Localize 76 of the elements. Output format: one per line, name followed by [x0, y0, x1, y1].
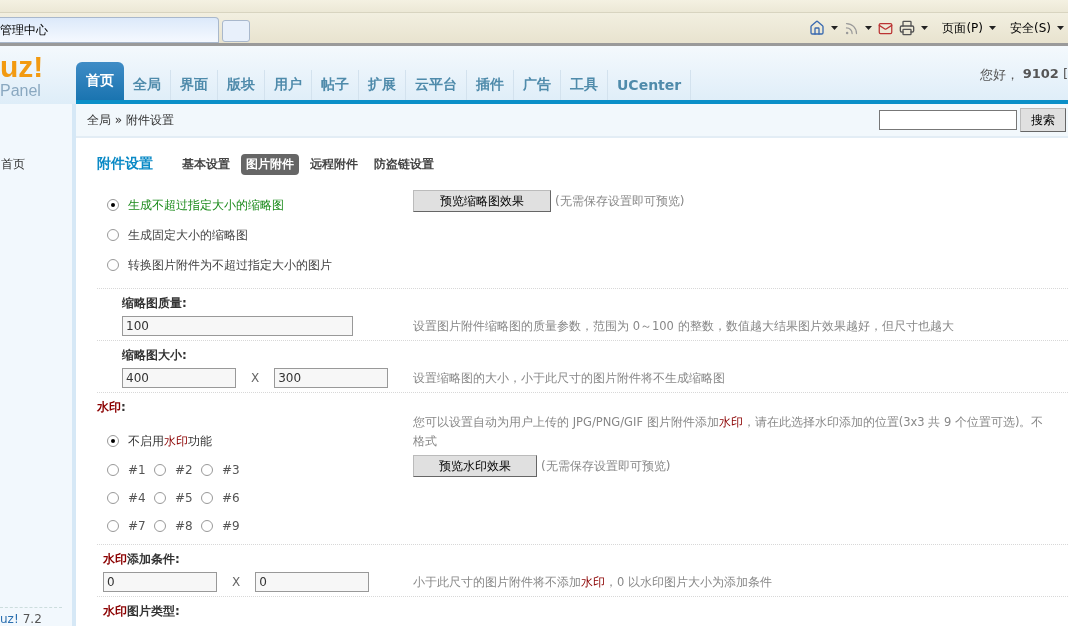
radio-button[interactable] — [154, 464, 166, 476]
position-option[interactable]: #4 — [107, 484, 154, 512]
position-option[interactable]: #5 — [154, 484, 201, 512]
position-option[interactable]: #8 — [154, 512, 201, 540]
input-field[interactable]: 0 — [255, 572, 370, 592]
position-option[interactable]: #2 — [154, 456, 201, 484]
radio-button[interactable] — [107, 492, 119, 504]
radio-option[interactable]: 生成不超过指定大小的缩略图 — [97, 190, 413, 220]
search-button[interactable]: 搜索 — [1020, 108, 1066, 132]
footer-version: 7.2 — [22, 612, 42, 626]
radio-button[interactable] — [107, 259, 119, 271]
section-label: 水印: — [97, 399, 127, 416]
radio-button[interactable] — [154, 520, 166, 532]
position-option[interactable]: #6 — [201, 484, 248, 512]
sub-tab[interactable]: 远程附件 — [305, 153, 363, 175]
position-option[interactable]: #7 — [107, 512, 154, 540]
footer-brand: uz! — [0, 612, 19, 626]
home-icon[interactable] — [809, 20, 826, 36]
preview-note: (无需保存设置即可预览) — [541, 457, 671, 475]
logo-subtitle: Panel — [0, 82, 42, 100]
input-field[interactable]: 400 — [122, 368, 236, 388]
caret-icon[interactable] — [865, 26, 873, 30]
sub-tab[interactable]: 图片附件 — [241, 153, 299, 175]
nav-tab[interactable]: 首页 — [76, 62, 124, 100]
times-separator: X — [250, 371, 261, 385]
radio-button[interactable] — [107, 199, 119, 211]
sub-tab[interactable]: 防盗链设置 — [369, 153, 439, 175]
field-description: 设置图片附件缩略图的质量参数，范围为 0～100 的整数，数值越大结果图片效果越好，但尺寸也越大 — [413, 318, 955, 335]
search-field[interactable] — [879, 110, 1017, 130]
caret-icon[interactable] — [921, 26, 929, 30]
rss-icon[interactable] — [844, 20, 860, 36]
printer-icon[interactable] — [899, 20, 916, 36]
position-option[interactable]: #9 — [201, 512, 248, 540]
greeting-text: 您好， — [979, 66, 1019, 84]
radio-button[interactable] — [201, 492, 213, 504]
position-option[interactable]: #1 — [107, 456, 154, 484]
preview-button[interactable]: 预览水印效果 — [413, 455, 537, 477]
field-label: 缩略图质量: — [122, 295, 188, 312]
field-description: 设置缩略图的大小，小于此尺寸的图片附件将不生成缩略图 — [413, 370, 726, 387]
page-title: 附件设置 — [97, 155, 153, 173]
preview-button[interactable]: 预览缩略图效果 — [413, 190, 551, 212]
browser-tab[interactable]: 管理中心 — [0, 17, 219, 43]
radio-button[interactable] — [107, 464, 119, 476]
toolbar-menu[interactable]: 页面(P) — [942, 19, 983, 37]
caret-icon[interactable] — [1057, 26, 1064, 30]
bracket-text: [ — [1062, 66, 1068, 83]
toolbar-menu[interactable]: 安全(S) — [1010, 19, 1051, 37]
radio-button[interactable] — [107, 229, 119, 241]
radio-button[interactable] — [154, 492, 166, 504]
input-field[interactable]: 0 — [103, 572, 217, 592]
sidebar-item[interactable]: 首页 — [1, 156, 72, 173]
radio-button[interactable] — [107, 520, 119, 532]
field-description: 小于此尺寸的图片附件将不添加水印，0 以水印图片大小为添加条件 — [413, 574, 773, 591]
breadcrumb: 全局 » 附件设置 — [87, 111, 174, 129]
field-label: 缩略图大小: — [122, 347, 188, 364]
input-field[interactable]: 100 — [122, 316, 353, 336]
field-label: 水印图片类型: — [103, 603, 181, 620]
preview-note: (无需保存设置即可预览) — [555, 192, 685, 210]
logo-text: uz! — [0, 52, 45, 82]
radio-button[interactable] — [201, 520, 213, 532]
new-tab-button[interactable] — [222, 20, 250, 42]
caret-icon[interactable] — [831, 26, 839, 30]
radio-option[interactable]: 转换图片附件为不超过指定大小的图片 — [97, 250, 413, 280]
radio-button[interactable] — [201, 464, 213, 476]
mail-icon[interactable] — [878, 20, 894, 36]
position-option[interactable]: #3 — [201, 456, 248, 484]
radio-option[interactable]: 生成固定大小的缩略图 — [97, 220, 413, 250]
field-label: 水印添加条件: — [103, 551, 181, 568]
sub-tab[interactable]: 基本设置 — [177, 153, 235, 175]
times-separator: X — [231, 575, 242, 589]
radio-option[interactable]: 不启用水印功能 — [97, 426, 413, 456]
username: 9102 — [1022, 66, 1059, 83]
caret-icon[interactable] — [989, 26, 996, 30]
watermark-description: 您可以设置自动为用户上传的 JPG/PNG/GIF 图片附件添加水印，请在此选择水印添加的位置(3x3 共 9 个位置可选)。不 格式 — [413, 414, 1045, 450]
radio-button[interactable] — [107, 435, 119, 447]
input-field[interactable]: 300 — [274, 368, 389, 388]
